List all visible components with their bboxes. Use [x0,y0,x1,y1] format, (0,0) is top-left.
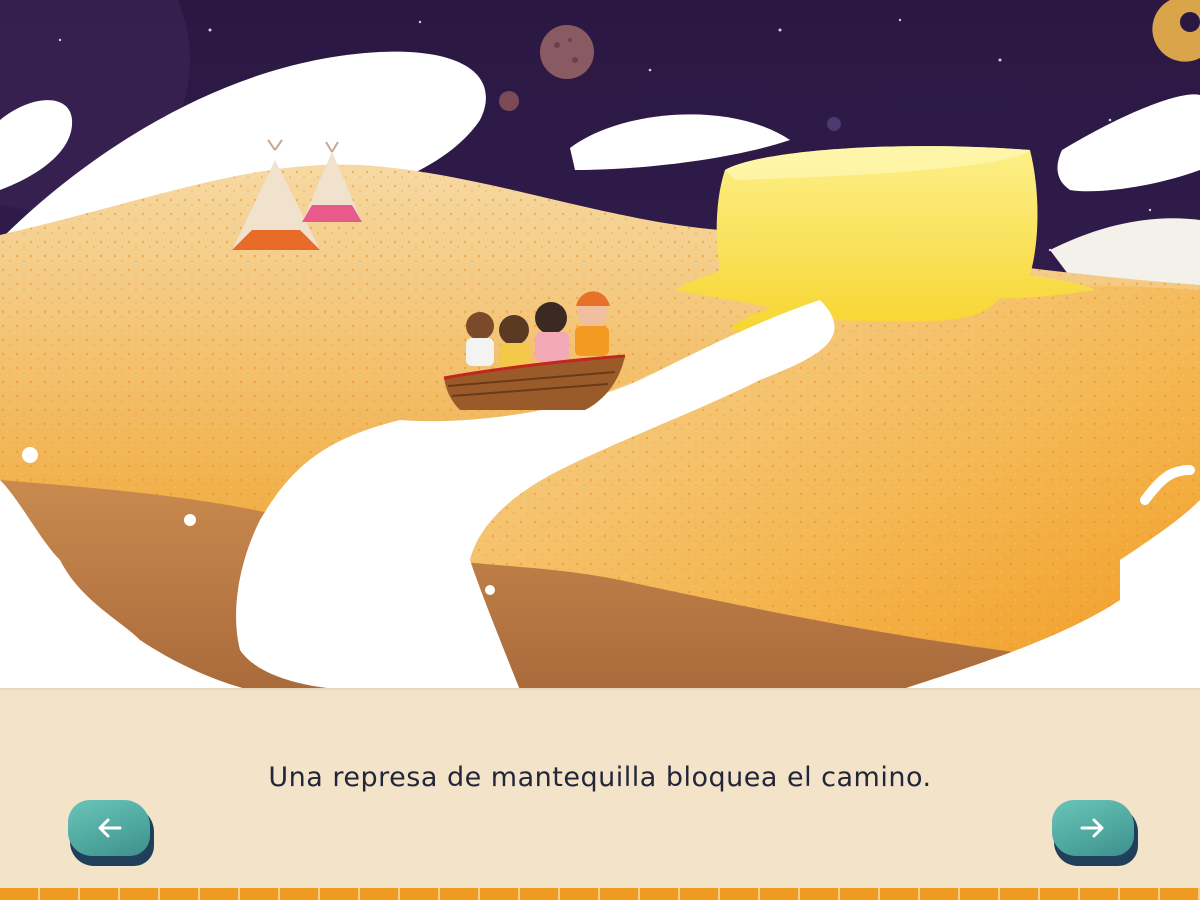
previous-page-button[interactable] [68,800,154,866]
arrow-left-icon [98,818,122,838]
caption-panel: Una represa de mantequilla bloquea el ca… [0,688,1200,888]
story-caption: Una represa de mantequilla bloquea el ca… [268,762,932,793]
cookie-planet [540,25,594,79]
storybook-page: Una represa de mantequilla bloquea el ca… [0,0,1200,900]
next-page-button[interactable] [1052,800,1138,866]
arrow-right-icon [1080,818,1104,838]
story-illustration [0,0,1200,700]
bottom-decorative-strip [0,888,1200,900]
